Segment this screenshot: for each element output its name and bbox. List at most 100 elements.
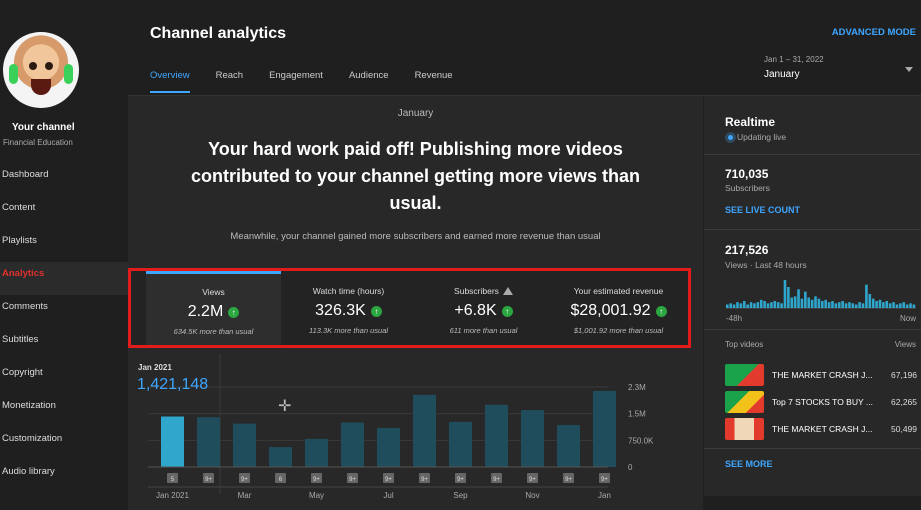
kpi-card-revenue[interactable]: Your estimated revenue $28,001.92 ↑ $1,0…	[551, 271, 686, 345]
kpi-note: $1,001.92 more than usual	[573, 326, 664, 335]
chart-bar[interactable]	[197, 417, 220, 467]
sidebar-item-copyright[interactable]: Copyright	[0, 361, 128, 394]
kpi-card-watch-time[interactable]: Watch time (hours) 326.3K ↑ 113.3K more …	[281, 271, 416, 345]
sidebar-item-subtitles[interactable]: Subtitles	[0, 328, 128, 361]
sparkline-bar	[753, 303, 756, 308]
sidebar-item-audio-library[interactable]: Audio library	[0, 460, 128, 493]
period-label: January	[397, 108, 434, 119]
sidebar-item-content[interactable]: Content	[0, 196, 128, 229]
y-tick-label: 2.3M	[628, 383, 646, 392]
chart-bar[interactable]	[341, 422, 364, 467]
views-bar-chart: 0750.0K1.5M2.3M5 9+ 9+ 6 9+ 9+ 9+ 9+ 9+ 9+ 9+ 9+ 9+J…	[148, 354, 654, 500]
kpi-value: 326.3K	[315, 302, 366, 319]
chart-bar[interactable]	[161, 416, 184, 467]
tab-overview[interactable]: Overview	[150, 70, 190, 93]
sparkline-bar	[902, 302, 906, 308]
advanced-mode-button[interactable]: ADVANCED MODE	[832, 27, 916, 38]
avatar[interactable]	[3, 32, 79, 108]
chart-badge-label: 9+	[205, 477, 212, 483]
kpi-card-views[interactable]: Views 2.2M ↑ 634.5K more than usual	[146, 271, 281, 345]
top-video-row[interactable]: Top 7 STOCKS TO BUY ... 62,265	[725, 391, 917, 413]
x-tick-label: Jan 2021	[156, 491, 189, 500]
divider	[704, 329, 921, 330]
sparkline-bar	[868, 294, 872, 308]
top-video-row[interactable]: THE MARKET CRASH J... 67,196	[725, 364, 917, 386]
x-tick-label: Nov	[525, 491, 539, 500]
warning-icon[interactable]	[502, 287, 513, 295]
sparkline-bar	[854, 304, 858, 308]
video-title[interactable]: THE MARKET CRASH J...	[772, 424, 872, 434]
chart-selected-month: Jan 2021	[138, 363, 172, 372]
chart-badge-label: 9+	[385, 477, 392, 483]
kpi-card-subscribers[interactable]: Subscribers +6.8K ↑ 611 more than usual	[416, 271, 551, 345]
divider	[704, 448, 921, 449]
sparkline-bar	[817, 298, 821, 308]
sidebar-item-analytics[interactable]: Analytics	[0, 262, 128, 295]
avatar-eye-left	[29, 62, 37, 70]
sparkline-bar	[776, 302, 780, 308]
views-chart: 0 750.0K 1.5M 2.3M 5 9+ 9+ 6 9+ 9+ 9+ 9+ 9+ 9+ 9+ 9+ 9+ J…	[128, 354, 703, 510]
x-tick-label: Jan	[598, 491, 611, 500]
realtime-views: 217,526	[725, 243, 769, 257]
chart-bar[interactable]	[305, 438, 328, 467]
realtime-views-label: Views · Last 48 hours	[725, 260, 807, 270]
kpi-note: 634.5K more than usual	[173, 327, 254, 336]
date-range-select[interactable]: January	[764, 69, 800, 80]
chart-bar[interactable]	[269, 447, 292, 467]
realtime-status: Updating live	[728, 132, 786, 142]
chart-bar[interactable]	[377, 427, 400, 467]
arrow-up-icon: ↑	[655, 305, 667, 317]
chart-bar[interactable]	[485, 404, 508, 467]
chart-bar[interactable]	[413, 394, 436, 467]
tab-audience[interactable]: Audience	[349, 70, 389, 93]
page-title: Channel analytics	[150, 25, 287, 42]
tab-engagement[interactable]: Engagement	[269, 70, 323, 93]
insight-subline: Meanwhile, your channel gained more subs…	[230, 231, 601, 242]
video-thumbnail[interactable]	[725, 391, 764, 413]
chart-bar[interactable]	[521, 410, 544, 467]
chart-bar[interactable]	[557, 425, 580, 467]
sparkline-bar	[729, 303, 732, 308]
kpi-value: 2.2M	[187, 303, 224, 320]
chart-bar[interactable]	[233, 423, 256, 467]
realtime-panel: Realtime Updating live 710,035 Subscribe…	[704, 96, 921, 496]
tab-revenue[interactable]: Revenue	[415, 70, 453, 93]
realtime-sparkline[interactable]	[704, 272, 921, 312]
see-more-link[interactable]: SEE MORE	[725, 459, 773, 469]
video-thumbnail[interactable]	[725, 364, 764, 386]
chevron-down-icon[interactable]	[905, 67, 913, 72]
tab-reach[interactable]: Reach	[216, 70, 243, 93]
sidebar-item-comments[interactable]: Comments	[0, 295, 128, 328]
channel-name[interactable]: Your channel	[12, 122, 75, 133]
video-title[interactable]: Top 7 STOCKS TO BUY ...	[772, 397, 873, 407]
realtime-subscribers-label: Subscribers	[725, 183, 770, 193]
chart-badge-label: 9+	[565, 477, 572, 483]
video-views: 67,196	[891, 370, 917, 380]
see-live-count-link[interactable]: SEE LIVE COUNT	[725, 205, 800, 215]
kpi-value-row: 2.2M ↑	[146, 303, 281, 321]
kpi-note: 611 more than usual	[449, 326, 518, 335]
chart-badge-label: 9+	[349, 477, 356, 483]
sparkline-bar	[848, 302, 851, 308]
sparkline-bar	[892, 302, 895, 308]
sidebar-item-playlists[interactable]: Playlists	[0, 229, 128, 262]
divider	[704, 154, 921, 155]
chart-bar[interactable]	[449, 421, 472, 467]
live-dot-icon	[728, 135, 733, 140]
divider	[704, 229, 921, 230]
video-thumbnail[interactable]	[725, 418, 764, 440]
sidebar-item-monetization[interactable]: Monetization	[0, 394, 128, 427]
top-video-row[interactable]: THE MARKET CRASH J... 50,499	[725, 418, 917, 440]
y-tick-label: 0	[628, 463, 633, 472]
sparkline-bar	[912, 304, 916, 308]
sparkline-bar	[909, 303, 912, 308]
video-title[interactable]: THE MARKET CRASH J...	[772, 370, 872, 380]
avatar-ear-left	[9, 64, 18, 84]
sparkline-bar	[827, 302, 831, 308]
chart-bar[interactable]	[593, 390, 616, 467]
sidebar-item-customization[interactable]: Customization	[0, 427, 128, 460]
y-tick-label: 750.0K	[628, 436, 654, 445]
sidebar-item-dashboard[interactable]: Dashboard	[0, 163, 128, 196]
x-tick-label: Jul	[383, 491, 393, 500]
sparkline-bar	[787, 287, 790, 308]
